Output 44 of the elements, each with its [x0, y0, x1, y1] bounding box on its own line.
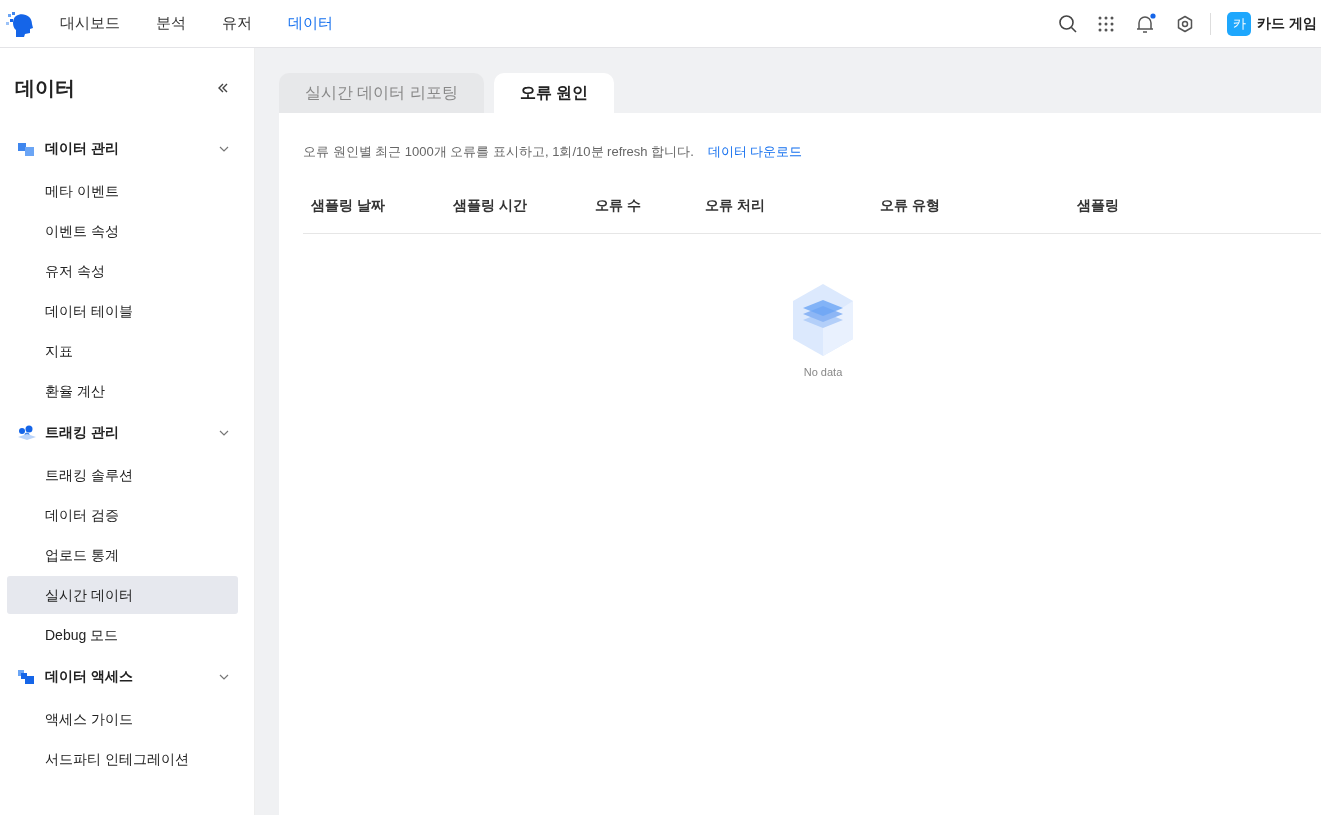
empty-text: No data — [803, 366, 843, 378]
description-text: 오류 원인별 최근 1000개 오류를 표시하고, 1회/10분 refresh 합니다. — [303, 143, 694, 161]
nav-tab[interactable]: 분석 — [156, 14, 186, 33]
sidebar-group[interactable]: 데이터 관리 — [7, 128, 238, 170]
squares-icon — [17, 669, 37, 685]
tab[interactable]: 오류 원인 — [493, 73, 615, 113]
sidebar-group[interactable]: 트래킹 관리 — [7, 412, 238, 454]
column-header: 오류 처리 — [705, 197, 766, 215]
sidebar-item[interactable]: 유저 속성 — [7, 252, 238, 290]
sidebar-item[interactable]: 액세스 가이드 — [7, 700, 238, 738]
bell-icon[interactable] — [1134, 12, 1157, 35]
dots-icon — [17, 425, 37, 441]
search-icon[interactable] — [1058, 13, 1079, 34]
download-link[interactable]: 데이터 다운로드 — [707, 143, 803, 161]
nav-tab[interactable]: 데이터 — [288, 14, 333, 33]
column-header: 샘플링 날짜 — [311, 197, 386, 215]
chevron-icon — [219, 674, 229, 680]
settings-icon[interactable] — [1176, 14, 1195, 33]
sidebar-item[interactable]: 메타 이벤트 — [7, 172, 238, 210]
sidebar-item[interactable]: 트래킹 솔루션 — [7, 456, 238, 494]
column-header: 샘플링 — [1077, 197, 1120, 215]
column-header: 샘플링 시간 — [453, 197, 528, 215]
nav-tab[interactable]: 대시보드 — [60, 14, 120, 33]
chevron-icon — [219, 430, 229, 436]
sidebar-item[interactable]: 업로드 통계 — [7, 536, 238, 574]
chevron-icon — [219, 146, 229, 152]
project-name[interactable]: 카드 게임 — [1257, 14, 1317, 33]
sidebar-item[interactable]: 서드파티 인테그레이션 — [7, 740, 238, 778]
head-logo-icon[interactable] — [6, 9, 34, 38]
sidebar-item[interactable]: Debug 모드 — [7, 616, 238, 654]
collapse-icon[interactable] — [217, 83, 229, 93]
sidebar-item[interactable]: 데이터 테이블 — [7, 292, 238, 330]
sidebar-item[interactable]: 실시간 데이터 — [7, 576, 238, 614]
sidebar-group[interactable]: 데이터 액세스 — [7, 656, 238, 698]
cubes-icon — [17, 141, 37, 157]
column-header: 오류 수 — [595, 197, 642, 215]
sidebar-item[interactable]: 이벤트 속성 — [7, 212, 238, 250]
nav-tab[interactable]: 유저 — [222, 14, 252, 33]
sidebar-item[interactable]: 지표 — [7, 332, 238, 370]
column-header: 오류 유형 — [880, 197, 941, 215]
sidebar-title: 데이터 — [15, 75, 75, 101]
grid-dots-icon[interactable] — [1098, 15, 1115, 32]
sidebar-item[interactable]: 환율 계산 — [7, 372, 238, 410]
sidebar-item[interactable]: 데이터 검증 — [7, 496, 238, 534]
